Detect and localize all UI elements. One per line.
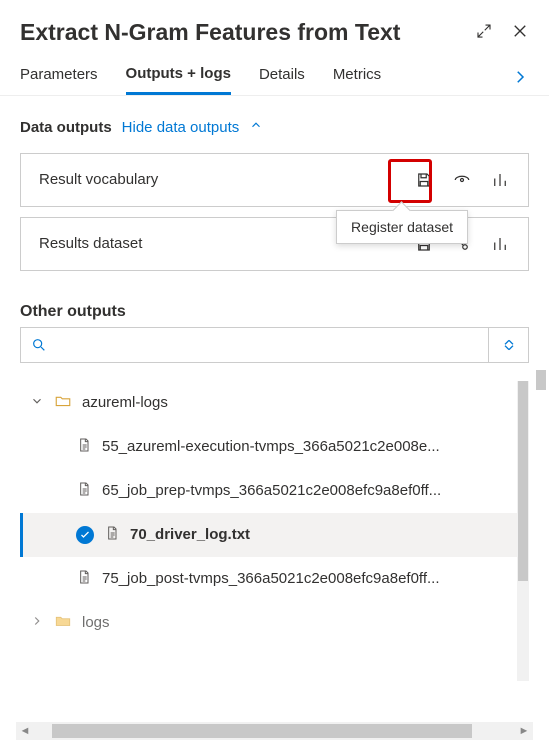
tabs-overflow-icon[interactable] bbox=[511, 68, 529, 91]
folder-label: azureml-logs bbox=[82, 394, 168, 411]
data-outputs-header: Data outputs bbox=[20, 119, 112, 136]
file-label: 75_job_post-tvmps_366a5021c2e008efc9a8ef… bbox=[102, 570, 440, 587]
register-dataset-tooltip: Register dataset bbox=[336, 210, 468, 244]
tab-metrics[interactable]: Metrics bbox=[333, 66, 381, 93]
file-row[interactable]: 75_job_post-tvmps_366a5021c2e008efc9a8ef… bbox=[20, 557, 529, 601]
tab-bar: Parameters Outputs + logs Details Metric… bbox=[0, 47, 549, 96]
file-tree: azureml-logs 55_azureml-execution-tvmps_… bbox=[20, 381, 529, 681]
chevron-right-icon bbox=[30, 614, 44, 632]
visualize-icon[interactable] bbox=[490, 170, 510, 190]
collapse-all-icon[interactable] bbox=[488, 328, 528, 362]
file-row-selected[interactable]: 70_driver_log.txt bbox=[20, 513, 529, 557]
data-output-result-vocabulary: Result vocabulary Register dataset bbox=[20, 153, 529, 207]
other-outputs-header: Other outputs bbox=[0, 281, 549, 327]
visualize-icon[interactable] bbox=[490, 234, 510, 254]
file-icon bbox=[76, 480, 92, 502]
folder-label: logs bbox=[82, 614, 110, 631]
file-icon bbox=[76, 568, 92, 590]
folder-icon bbox=[54, 392, 72, 414]
folder-logs[interactable]: logs bbox=[20, 601, 529, 645]
tree-vertical-scrollbar[interactable] bbox=[517, 381, 529, 681]
file-label: 70_driver_log.txt bbox=[130, 526, 250, 543]
search-input[interactable] bbox=[21, 337, 488, 353]
file-row[interactable]: 65_job_prep-tvmps_366a5021c2e008efc9a8ef… bbox=[20, 469, 529, 513]
check-icon bbox=[76, 526, 94, 544]
file-row[interactable]: 55_azureml-execution-tvmps_366a5021c2e00… bbox=[20, 425, 529, 469]
chevron-up-icon[interactable] bbox=[249, 118, 263, 137]
tab-details[interactable]: Details bbox=[259, 66, 305, 93]
hide-data-outputs-link[interactable]: Hide data outputs bbox=[122, 119, 240, 136]
panel-vertical-scrollbar[interactable] bbox=[535, 370, 547, 720]
tab-outputs-logs[interactable]: Outputs + logs bbox=[126, 65, 231, 95]
tab-parameters[interactable]: Parameters bbox=[20, 66, 98, 93]
file-icon bbox=[76, 436, 92, 458]
folder-azureml-logs[interactable]: azureml-logs bbox=[20, 381, 529, 425]
file-label: 55_azureml-execution-tvmps_366a5021c2e00… bbox=[102, 438, 440, 455]
preview-icon[interactable] bbox=[452, 170, 472, 190]
data-output-label: Result vocabulary bbox=[39, 171, 414, 188]
file-label: 65_job_prep-tvmps_366a5021c2e008efc9a8ef… bbox=[102, 482, 441, 499]
horizontal-scrollbar[interactable]: ◄ ► bbox=[16, 722, 533, 740]
folder-icon bbox=[54, 612, 72, 634]
file-icon bbox=[104, 524, 120, 546]
save-icon[interactable] bbox=[414, 170, 434, 190]
expand-icon[interactable] bbox=[475, 22, 493, 45]
page-title: Extract N-Gram Features from Text bbox=[20, 18, 475, 47]
close-icon[interactable] bbox=[511, 22, 529, 45]
chevron-down-icon bbox=[30, 394, 44, 412]
